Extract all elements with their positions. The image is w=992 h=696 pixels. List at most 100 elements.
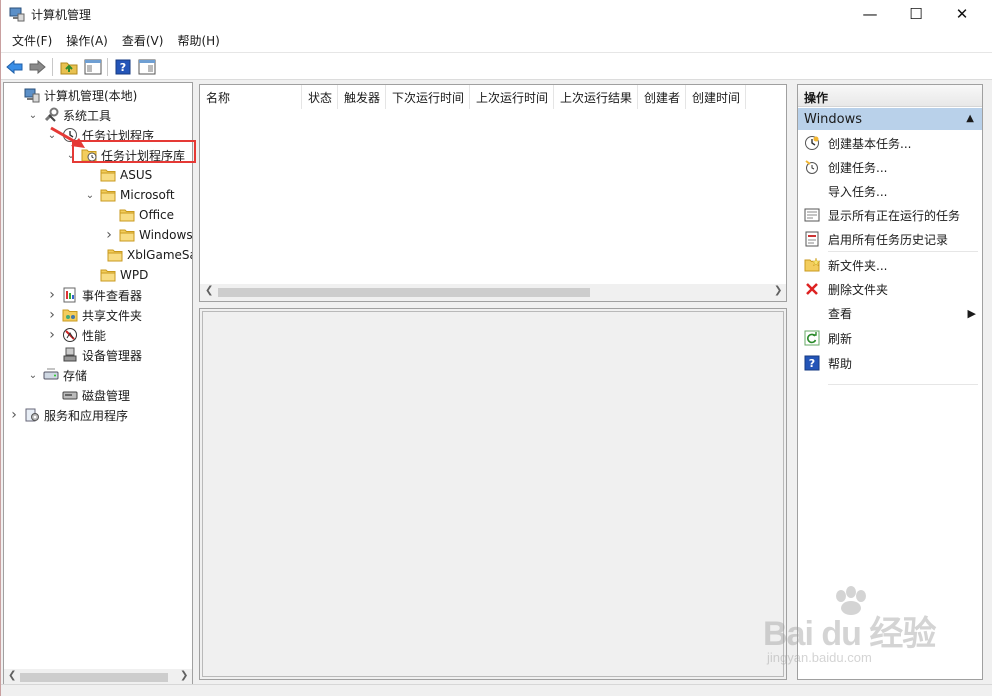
folder-icon (107, 247, 123, 263)
action-item[interactable]: 刷新 (798, 326, 982, 350)
tree-item[interactable]: 计算机管理(本地) (4, 85, 192, 105)
tree-item[interactable]: › Windows (4, 225, 193, 245)
up-folder-icon[interactable] (59, 57, 79, 77)
action-item[interactable]: 创建基本任务... (798, 131, 982, 155)
scroll-right-icon[interactable]: ❯ (774, 285, 782, 296)
collapse-up-icon[interactable]: ▲ (966, 113, 974, 124)
tree-item[interactable]: ⌄ 存储 (4, 365, 192, 385)
action-divider (828, 384, 978, 385)
column-header[interactable]: 触发器 (338, 85, 386, 109)
expand-chevron-right-icon[interactable]: › (46, 307, 58, 323)
menu-view[interactable]: 查看(V) (115, 32, 171, 49)
column-header[interactable]: 创建者 (638, 85, 686, 109)
create-basic-task-icon (804, 135, 820, 151)
action-item[interactable]: 导入任务... (798, 179, 982, 203)
event-viewer-icon (62, 287, 78, 303)
refresh-icon (804, 330, 820, 346)
action-item-label: 导入任务... (828, 184, 888, 199)
maximize-button[interactable]: ☐ (893, 0, 939, 28)
tree-item[interactable]: 设备管理器 (4, 345, 192, 365)
svg-text:?: ? (120, 61, 126, 74)
tree-item[interactable]: ⌄ Microsoft (4, 185, 192, 205)
list-horizontal-scrollbar[interactable]: ❮ ❯ (200, 284, 786, 301)
action-item-label: 新文件夹... (828, 258, 888, 273)
tree-item[interactable]: › 共享文件夹 (4, 305, 192, 325)
red-pointer-arrow-icon (50, 126, 85, 148)
expand-chevron-right-icon[interactable]: › (46, 327, 58, 343)
baidu-watermark-logo: Bai du 经验 jingyan.baidu.com (761, 586, 941, 678)
new-folder-icon (804, 257, 821, 273)
expand-chevron-right-icon[interactable]: › (103, 227, 115, 243)
expand-chevron-down-icon[interactable]: ⌄ (27, 109, 39, 121)
action-item[interactable]: 删除文件夹 (798, 277, 982, 301)
list-scroll-thumb[interactable] (218, 288, 590, 297)
folder-icon (119, 227, 135, 243)
column-header[interactable]: 状态 (302, 85, 338, 109)
submenu-arrow-icon: ▶ (967, 306, 976, 320)
action-item[interactable]: 启用所有任务历史记录 (798, 227, 982, 251)
action-item[interactable]: ? 帮助 (798, 351, 982, 375)
scroll-left-icon[interactable]: ❮ (205, 285, 213, 296)
tree-item[interactable]: XblGameSa (4, 245, 192, 265)
column-header[interactable]: 名称 (200, 85, 302, 109)
action-icon-blank (804, 183, 820, 199)
action-item-label: 显示所有正在运行的任务 (828, 208, 961, 223)
show-hide-tree-icon[interactable] (83, 57, 103, 77)
action-item[interactable]: 创建任务... (798, 155, 982, 179)
forward-icon[interactable] (27, 57, 47, 77)
task-detail-pane (199, 308, 787, 680)
actions-section-windows[interactable]: Windows ▲ (798, 108, 982, 130)
action-item-label: 查看 (828, 306, 853, 321)
title-bar: 计算机管理 — ☐ ✕ (1, 0, 992, 28)
menu-file[interactable]: 文件(F) (5, 32, 59, 49)
action-item[interactable]: 查看 ▶ (798, 301, 982, 325)
minimize-button[interactable]: — (847, 0, 893, 28)
tree-item[interactable]: › 性能 (4, 325, 192, 345)
action-divider (828, 251, 978, 252)
scroll-left-icon[interactable]: ❮ (8, 670, 16, 681)
help-icon[interactable]: ? (113, 57, 133, 77)
expand-chevron-down-icon[interactable]: ⌄ (84, 189, 96, 201)
tree-item-label: 磁盘管理 (82, 388, 131, 403)
tree-item-label: Windows (139, 228, 193, 242)
column-header[interactable]: 上次运行时间 (470, 85, 554, 109)
expand-chevron-right-icon[interactable]: › (46, 287, 58, 303)
folder-icon (100, 167, 116, 183)
navigation-tree: 计算机管理(本地) ⌄ 系统工具 ⌄ 任务计划程序 ⌄ 任务计划程序库 ASUS ⌄ Micros… (3, 82, 193, 686)
tree-item[interactable]: › 服务和应用程序 (4, 405, 192, 425)
menu-help[interactable]: 帮助(H) (170, 32, 226, 49)
expand-chevron-right-icon[interactable]: › (8, 407, 20, 423)
tree-item[interactable]: WPD (4, 265, 192, 285)
close-button[interactable]: ✕ (939, 0, 985, 28)
computer-management-app-icon (9, 7, 25, 22)
show-hide-action-pane-icon[interactable] (137, 57, 157, 77)
scroll-right-icon[interactable]: ❯ (180, 670, 188, 681)
column-header[interactable]: 上次运行结果 (554, 85, 638, 109)
tree-item[interactable]: 磁盘管理 (4, 385, 192, 405)
tools-icon (43, 107, 59, 123)
back-icon[interactable] (5, 57, 25, 77)
menu-bar: 文件(F) 操作(A) 查看(V) 帮助(H) (1, 28, 992, 52)
shared-folder-icon (62, 307, 78, 323)
column-header[interactable]: 下次运行时间 (386, 85, 470, 109)
expand-chevron-down-icon[interactable]: ⌄ (27, 369, 39, 381)
task-history-icon (804, 231, 820, 247)
create-task-icon (804, 159, 820, 175)
action-item[interactable]: 新文件夹... (798, 253, 982, 277)
column-header[interactable]: 创建时间 (686, 85, 746, 109)
action-item[interactable]: 显示所有正在运行的任务 (798, 203, 982, 227)
tree-scroll-thumb[interactable] (20, 673, 168, 682)
running-tasks-icon (804, 207, 820, 223)
tree-item[interactable]: ASUS (4, 165, 192, 185)
tree-horizontal-scrollbar[interactable]: ❮ ❯ (4, 669, 192, 685)
menu-action[interactable]: 操作(A) (59, 32, 115, 49)
tree-item[interactable]: Office (4, 205, 192, 225)
window-title: 计算机管理 (31, 8, 92, 22)
watermark-brand: Bai du 经验 (763, 615, 936, 653)
selection-highlight-annotation (72, 140, 196, 163)
action-item-label: 创建任务... (828, 160, 888, 175)
tree-item[interactable]: › 事件查看器 (4, 285, 192, 305)
tree-item[interactable]: ⌄ 系统工具 (4, 105, 192, 125)
